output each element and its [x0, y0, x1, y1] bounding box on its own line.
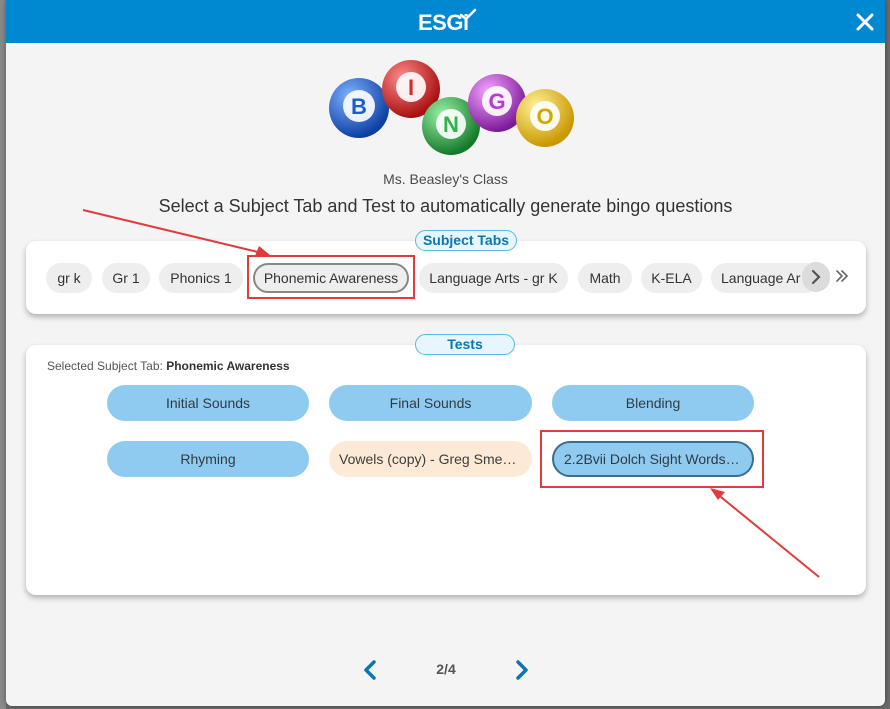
selected-subject-prefix: Selected Subject Tab: — [47, 359, 163, 373]
brand-check-icon — [459, 8, 477, 21]
bingo-logo: B I N G O — [329, 60, 574, 155]
chevron-right-icon[interactable] — [802, 262, 830, 292]
tab-phonemic-awareness[interactable]: Phonemic Awareness — [253, 263, 409, 293]
modal-header: ESGi — [6, 0, 885, 43]
chevron-left-icon[interactable] — [362, 659, 378, 681]
tab-k-ela[interactable]: K-ELA — [641, 263, 702, 293]
tab-math[interactable]: Math — [578, 263, 632, 293]
tab-phonics-1[interactable]: Phonics 1 — [159, 263, 243, 293]
test-final-sounds[interactable]: Final Sounds — [329, 385, 532, 421]
close-icon[interactable] — [854, 11, 876, 33]
instructions-heading: Select a Subject Tab and Test to automat… — [158, 196, 733, 216]
test-rhyming[interactable]: Rhyming — [107, 441, 309, 477]
svg-text:O: O — [536, 104, 553, 129]
selected-subject-value: Phonemic Awareness — [166, 359, 290, 373]
selected-subject-label: Selected Subject Tab: Phonemic Awareness — [47, 359, 290, 373]
subject-tabs-strip: gr k Gr 1 Phonics 1 Phonemic Awareness L… — [46, 263, 828, 293]
svg-text:I: I — [408, 75, 414, 100]
pager: 2/4 — [6, 658, 885, 682]
chevron-right-icon[interactable] — [514, 659, 530, 681]
bingo-ball-b: B — [329, 78, 389, 138]
subject-tabs-title: Subject Tabs — [415, 230, 517, 251]
tab-gr-1[interactable]: Gr 1 — [102, 263, 150, 293]
test-vowels-copy[interactable]: Vowels (copy) - Greg Smedl… — [329, 441, 532, 477]
test-dolch-sight-words[interactable]: 2.2Bvii Dolch Sight Words P… — [552, 441, 754, 477]
subject-tabs-card: Subject Tabs gr k Gr 1 Phonics 1 Phonemi… — [26, 230, 866, 314]
test-initial-sounds[interactable]: Initial Sounds — [107, 385, 309, 421]
tests-card: Tests Selected Subject Tab: Phonemic Awa… — [26, 334, 866, 595]
bingo-modal: ESGi B I N G O Ms. Beasley's Class Selec… — [6, 0, 885, 706]
tests-title: Tests — [415, 334, 515, 355]
tab-language-arts-gr-k[interactable]: Language Arts - gr K — [419, 263, 568, 293]
svg-text:G: G — [488, 89, 505, 114]
double-chevron-right-icon[interactable] — [834, 268, 850, 284]
svg-text:N: N — [443, 112, 459, 137]
pager-count: 2/4 — [436, 661, 456, 677]
bingo-ball-o: O — [516, 89, 574, 147]
svg-text:B: B — [351, 94, 367, 119]
tab-gr-k[interactable]: gr k — [46, 263, 92, 293]
test-blending[interactable]: Blending — [552, 385, 754, 421]
class-name: Ms. Beasley's Class — [383, 171, 508, 187]
